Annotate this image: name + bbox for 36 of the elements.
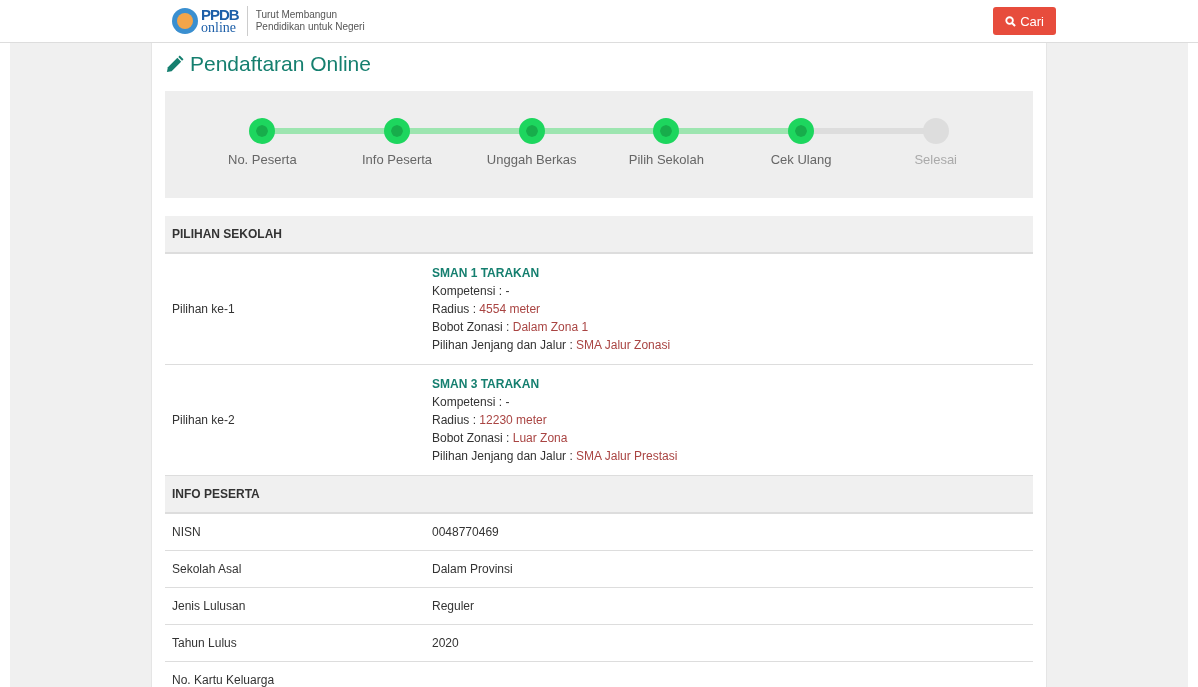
- step-label: No. Peserta: [228, 152, 297, 167]
- row-label: Tahun Lulus: [172, 636, 237, 650]
- row-value: Dalam Provinsi: [432, 561, 513, 578]
- step-label: Selesai: [914, 152, 957, 167]
- section-title: PILIHAN SEKOLAH: [172, 227, 282, 241]
- page-title: Pendaftaran Online: [190, 52, 371, 76]
- step-label: Unggah Berkas: [486, 152, 577, 167]
- search-button[interactable]: Cari: [993, 7, 1056, 35]
- school-detail: Bobot Zonasi : Luar Zona: [432, 430, 569, 447]
- school-detail: Radius : 12230 meter: [432, 412, 548, 429]
- row-label: Pilihan ke-2: [172, 413, 235, 427]
- school-detail: Kompetensi : -: [432, 394, 511, 411]
- school-name: SMAN 3 TARAKAN: [432, 376, 541, 393]
- pencil-icon: [165, 54, 184, 74]
- row-value: Reguler: [432, 598, 475, 615]
- row-value: 2020: [432, 635, 459, 652]
- row-label: Sekolah Asal: [172, 562, 242, 576]
- row-value: 0048770469: [432, 524, 499, 541]
- school-detail: Bobot Zonasi : Dalam Zona 1: [432, 319, 590, 336]
- row-label: NISN: [172, 525, 201, 539]
- tagline: Pendidikan untuk Negeri: [255, 21, 365, 33]
- school-detail: Pilihan Jenjang dan Jalur : SMA Jalur Zonasi: [432, 337, 671, 354]
- search-icon: [1005, 15, 1017, 27]
- section-title: INFO PESERTA: [172, 487, 260, 501]
- step-label: Pilih Sekolah: [628, 152, 704, 167]
- step-label: Info Peserta: [361, 152, 433, 167]
- school-detail: Radius : 4554 meter: [432, 301, 542, 318]
- school-name: SMAN 1 TARAKAN: [432, 265, 541, 282]
- ppdb-logo: PPDB online: [170, 6, 248, 36]
- tagline: Turut Membangun: [255, 9, 339, 21]
- row-label: Pilihan ke-1: [172, 302, 235, 316]
- school-detail: Kompetensi : -: [432, 283, 511, 300]
- row-label: No. Kartu Keluarga: [172, 673, 275, 687]
- step-label: Cek Ulang: [770, 152, 832, 167]
- school-detail: Pilihan Jenjang dan Jalur : SMA Jalur Prestasi: [432, 448, 678, 465]
- row-label: Jenis Lulusan: [172, 599, 246, 613]
